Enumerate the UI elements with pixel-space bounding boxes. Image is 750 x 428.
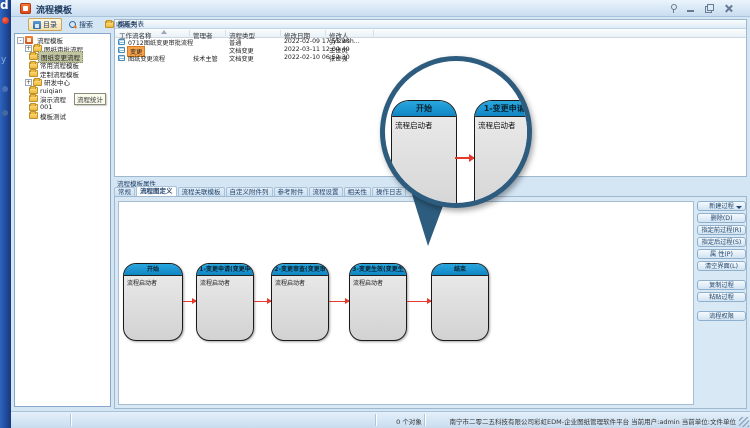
folder-icon — [29, 70, 38, 77]
flow-node-change-request[interactable]: 1-变更申请(变更申 流程启动者 — [196, 263, 254, 341]
tree-item[interactable]: 模板测试 — [17, 112, 110, 120]
tab-relevance[interactable]: 相关性 — [344, 187, 372, 196]
minimize-icon[interactable] — [686, 4, 696, 13]
desktop-dot-icon — [2, 110, 8, 116]
clear-canvas-button[interactable]: 清空界面(L) — [697, 261, 746, 271]
expand-icon[interactable]: + — [25, 79, 32, 86]
folder-icon — [29, 87, 38, 94]
workflow-icon — [118, 55, 125, 61]
new-process-button[interactable]: 新建过程 — [697, 201, 746, 211]
app-icon — [20, 3, 31, 14]
chevron-down-icon — [736, 206, 742, 209]
favorites-label: 收藏夹 — [116, 20, 137, 30]
favorites-folder-icon — [105, 21, 114, 28]
sort-asc-icon — [161, 30, 167, 34]
side-button-column: 新建过程 删除(D) 指定前过程(R) 指定后过程(S) 属 性(P) 清空界面… — [697, 201, 747, 323]
flow-node-start[interactable]: 开始 流程启动者 — [123, 263, 183, 341]
expand-icon[interactable]: + — [25, 45, 32, 52]
flow-canvas[interactable]: 开始 流程启动者 1-变更申请(变更申 流程启动者 2-变更审查(变更审 流程启… — [118, 201, 694, 405]
folder-icon — [29, 112, 38, 119]
tree-tooltip: 流程统计 — [74, 93, 106, 105]
magnified-node-start: 开始 流程启动者 — [391, 100, 457, 208]
paste-process-button[interactable]: 粘贴过程 — [697, 292, 746, 302]
close-icon[interactable] — [724, 4, 734, 13]
set-next-process-button[interactable]: 指定后过程(S) — [697, 237, 746, 247]
properties-button[interactable]: 属 性(P) — [697, 249, 746, 259]
flow-arrow — [254, 301, 271, 302]
flow-node-change-effective[interactable]: 3-变更生效(变更生 流程启动者 — [349, 263, 407, 341]
catalog-label: 目录 — [43, 20, 57, 30]
flow-node-change-review[interactable]: 2-变更审查(变更审 流程启动者 — [271, 263, 329, 341]
table-row-selected[interactable]: 变更 文档变更 2022-03-11 12:00:49 王世风 — [115, 46, 746, 54]
desktop-edge-strip: d y — [0, 0, 11, 428]
folder-icon — [29, 104, 38, 111]
flow-arrow — [407, 301, 431, 302]
search-button[interactable]: 搜索 — [64, 18, 98, 31]
template-list-caption: 模板列表 — [115, 20, 746, 29]
desktop-icon-letter: d — [0, 0, 9, 12]
red-dot-icon — [2, 17, 9, 24]
folder-icon — [29, 95, 38, 102]
workflow-icon — [118, 39, 125, 45]
tree-item[interactable]: 演示流程 流程统计 — [17, 95, 110, 103]
window-title: 流程模板 — [36, 3, 72, 16]
copy-process-button[interactable]: 复制过程 — [697, 280, 746, 290]
object-count: 0 个对象 — [386, 416, 432, 426]
collapse-icon[interactable]: - — [17, 37, 24, 44]
flow-arrow — [183, 301, 196, 302]
magnified-node-change-request: 1-变更申请(变 流程启动者 — [474, 100, 532, 208]
left-toolbar: 目录 搜索 收藏夹 — [28, 18, 142, 31]
folder-icon — [29, 53, 38, 60]
set-prev-process-button[interactable]: 指定前过程(R) — [697, 225, 746, 235]
folder-icon — [33, 79, 42, 86]
title-bar: 流程模板 — [11, 0, 750, 17]
flow-node-end[interactable]: 结束 — [431, 263, 489, 341]
search-icon — [69, 21, 77, 29]
pin-icon[interactable] — [668, 4, 678, 13]
catalog-button[interactable]: 目录 — [28, 18, 62, 31]
folder-icon — [29, 62, 38, 69]
app-window: d y 流程模板 目录 搜索 收藏夹 - 流程模板 — [0, 0, 750, 428]
catalog-icon — [33, 21, 41, 29]
magnifier-circle: 开始 流程启动者 1-变更申请(变 流程启动者 — [380, 56, 532, 208]
tab-ref-attachment[interactable]: 参考附件 — [274, 187, 308, 196]
flow-arrow — [329, 301, 349, 302]
tab-custom-attachment[interactable]: 自定义附件列 — [226, 187, 273, 196]
tab-flow-settings[interactable]: 流程设置 — [309, 187, 343, 196]
desktop-dot-icon — [2, 86, 8, 92]
root-node-icon — [25, 36, 33, 44]
delete-button[interactable]: 删除(D) — [697, 213, 746, 223]
company-status-text: 南宁市二零二五科技有限公司彩虹EDM-企业图纸管理软件平台 当前用户:admin… — [450, 416, 736, 426]
faint-desktop-glyph: y — [1, 55, 6, 65]
search-label: 搜索 — [79, 20, 93, 30]
table-row[interactable]: 0712图纸变更审批流程 普通 2022-02-09 17:55:20 gylz… — [115, 38, 746, 46]
magnified-flow-arrow — [455, 157, 474, 159]
workflow-icon — [118, 47, 125, 53]
status-bar: 0 个对象 南宁市二零二五科技有限公司彩虹EDM-企业图纸管理软件平台 当前用户… — [11, 411, 750, 428]
template-tree: - 流程模板 + 图纸审批流程 图纸变更流程 常用流程模板 定制流程模板 + — [14, 33, 111, 407]
favorites-button[interactable]: 收藏夹 — [100, 18, 142, 31]
restore-icon[interactable] — [704, 4, 714, 13]
flow-permission-button[interactable]: 流程权限 — [697, 311, 746, 321]
tab-linked-templates[interactable]: 流程关联模板 — [178, 187, 225, 196]
resize-grip[interactable] — [739, 417, 749, 427]
tab-general[interactable]: 常规 — [114, 187, 135, 196]
table-header: 工作流名称 管理者 流程类型 修改日期 修改人 — [115, 29, 746, 38]
tab-flow-definition[interactable]: 流程图定义 — [136, 186, 177, 196]
